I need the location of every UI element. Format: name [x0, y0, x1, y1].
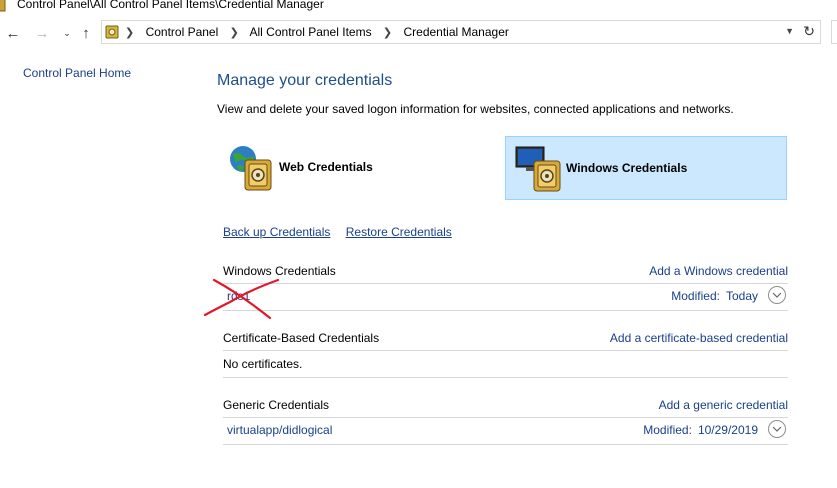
windows-credentials-label: Windows Credentials: [566, 161, 688, 175]
breadcrumb-item-credential-manager[interactable]: Credential Manager: [403, 25, 508, 39]
breadcrumb-item-control-panel[interactable]: Control Panel: [146, 25, 219, 39]
page-subtitle: View and delete your saved logon informa…: [217, 102, 734, 116]
refresh-icon[interactable]: ↻: [803, 23, 815, 40]
breadcrumb: ❯ Control Panel ❯ All Control Panel Item…: [125, 25, 509, 39]
windows-credentials-section: Windows Credentials Add a Windows creden…: [223, 264, 788, 284]
web-credentials-tile[interactable]: Web Credentials: [217, 136, 493, 200]
backup-credentials-link[interactable]: Back up Credentials: [223, 225, 330, 239]
windows-credentials-tile[interactable]: Windows Credentials: [505, 136, 787, 200]
restore-credentials-link[interactable]: Restore Credentials: [346, 225, 452, 239]
credential-actions: Back up Credentials Restore Credentials: [223, 225, 464, 239]
window-titlebar: Control Panel\All Control Panel Items\Cr…: [0, 0, 837, 14]
generic-credentials-section: Generic Credentials Add a generic creden…: [223, 398, 788, 418]
divider: [223, 377, 788, 378]
add-windows-credential-link[interactable]: Add a Windows credential: [649, 264, 788, 278]
credential-modified: Modified: Today: [671, 289, 758, 303]
divider: [223, 417, 788, 418]
credential-modified: Modified: 10/29/2019: [643, 423, 758, 437]
section-title: Generic Credentials: [223, 398, 330, 412]
page-title: Manage your credentials: [217, 72, 393, 89]
control-panel-home-link[interactable]: Control Panel Home: [23, 66, 131, 80]
address-box[interactable]: ❯ Control Panel ❯ All Control Panel Item…: [101, 20, 821, 44]
divider: [223, 310, 788, 311]
no-certificates-text: No certificates.: [223, 357, 303, 371]
chevron-right-icon[interactable]: ❯: [383, 27, 392, 39]
control-panel-icon: [0, 0, 6, 12]
credential-row[interactable]: virtualapp/didlogical Modified: 10/29/201…: [223, 420, 788, 444]
navigation-bar: ← → ⌄ ↑ ❯ Control Panel ❯ All Control Pa…: [0, 18, 837, 48]
web-credentials-label: Web Credentials: [279, 160, 373, 174]
window-title: Control Panel\All Control Panel Items\Cr…: [17, 0, 324, 11]
up-arrow-icon[interactable]: ↑: [77, 22, 95, 44]
add-certificate-credential-link[interactable]: Add a certificate-based credential: [610, 331, 788, 345]
monitor-vault-icon: [515, 146, 561, 192]
chevron-right-icon[interactable]: ❯: [230, 27, 239, 39]
certificate-credentials-section: Certificate-Based Credentials Add a cert…: [223, 331, 788, 351]
search-input[interactable]: [831, 20, 837, 44]
globe-vault-icon: [230, 146, 272, 191]
credential-name: rds1: [227, 289, 251, 303]
add-generic-credential-link[interactable]: Add a generic credential: [659, 398, 788, 412]
recent-dropdown-icon[interactable]: ⌄: [58, 22, 76, 44]
forward-arrow-icon[interactable]: →: [33, 22, 51, 44]
breadcrumb-item-all-items[interactable]: All Control Panel Items: [250, 25, 372, 39]
chevron-down-circle-icon[interactable]: [768, 420, 786, 438]
divider: [223, 444, 788, 445]
section-title: Certificate-Based Credentials: [223, 331, 380, 345]
chevron-right-icon[interactable]: ❯: [125, 27, 134, 39]
divider: [223, 283, 788, 284]
credential-name: virtualapp/didlogical: [227, 423, 333, 437]
credential-row[interactable]: rds1 Modified: Today: [223, 286, 788, 310]
chevron-down-circle-icon[interactable]: [768, 286, 786, 304]
control-panel-icon: [105, 25, 119, 39]
section-title: Windows Credentials: [223, 264, 336, 278]
back-arrow-icon[interactable]: ←: [4, 22, 22, 44]
address-dropdown-icon[interactable]: ▼: [785, 26, 794, 36]
divider: [223, 350, 788, 351]
